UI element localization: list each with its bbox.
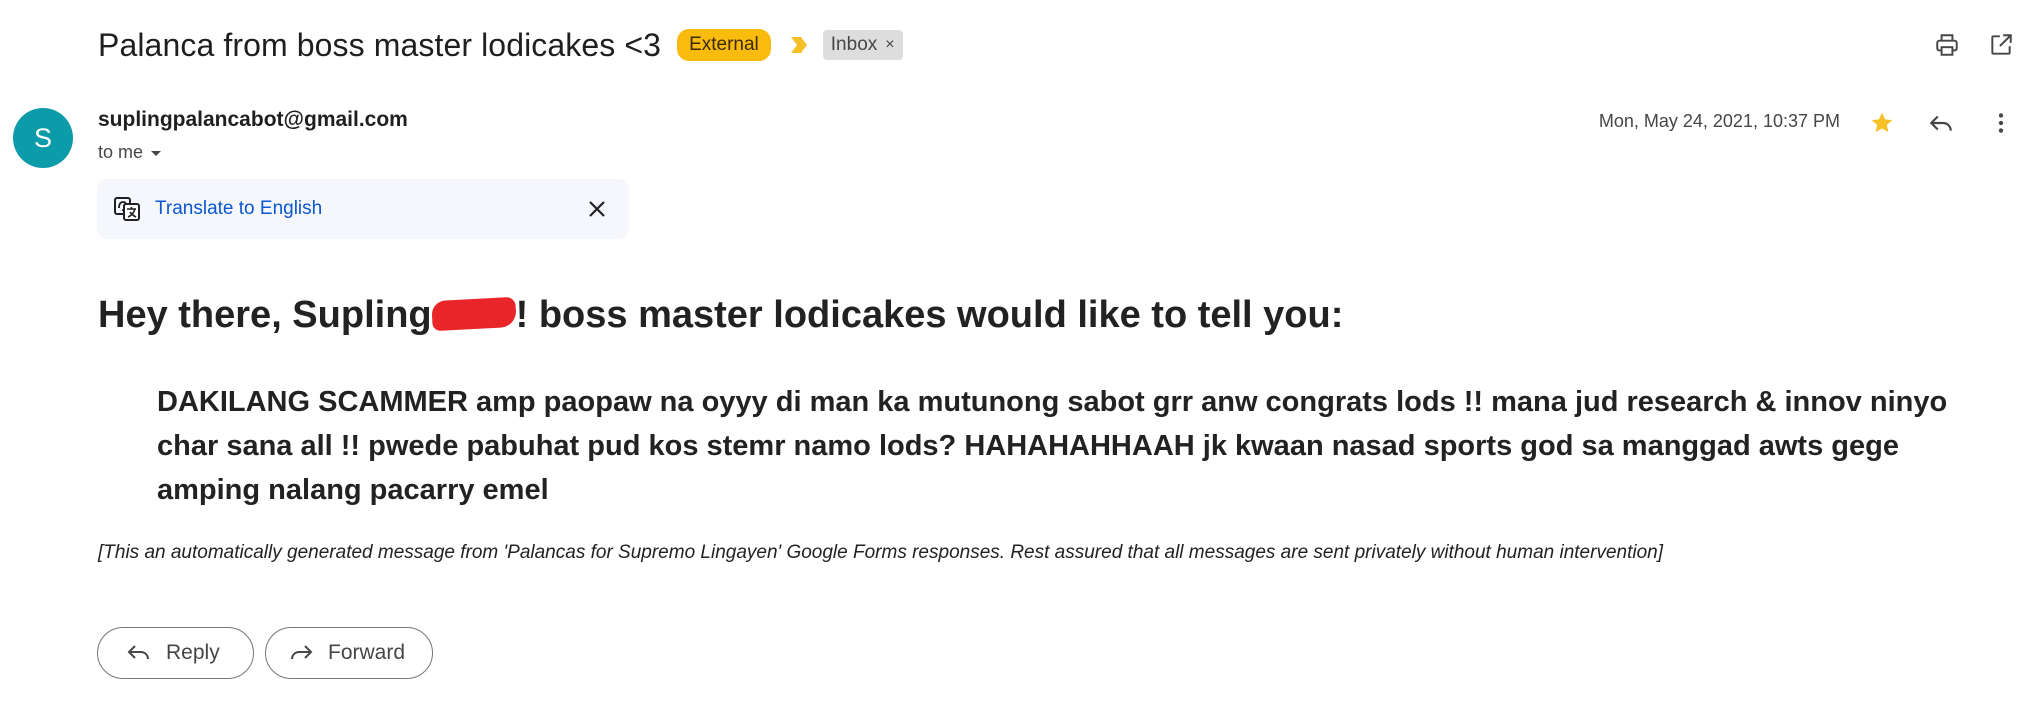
reply-arrow-icon (126, 641, 152, 665)
inbox-label[interactable]: Inbox × (822, 30, 903, 60)
message-body: DAKILANG SCAMMER amp paopaw na oyyy di m… (157, 386, 1948, 506)
reply-button[interactable]: Reply (97, 627, 254, 679)
forward-button-label: Forward (328, 641, 406, 664)
translate-bar: Translate to English (97, 179, 629, 239)
inbox-label-text: Inbox (830, 34, 878, 55)
recipient-details[interactable]: to me (98, 142, 163, 163)
reply-icon[interactable] (1926, 108, 1956, 138)
message-heading: Hey there, Supling ! boss master lodicake… (98, 294, 1343, 337)
redaction-mark (430, 296, 517, 332)
translate-icon (113, 195, 141, 223)
forward-button[interactable]: Forward (265, 627, 433, 679)
recipient-label: to me (98, 142, 144, 162)
message-date: Mon, May 24, 2021, 10:37 PM (1598, 111, 1840, 131)
star-icon[interactable] (1867, 108, 1897, 138)
chevron-down-icon (151, 150, 162, 156)
email-subject: Palanca from boss master lodicakes <3 (98, 26, 662, 63)
sender-avatar[interactable]: S (13, 108, 73, 168)
more-options-icon[interactable] (1986, 108, 2016, 138)
open-in-new-window-icon[interactable] (1986, 30, 2016, 60)
auto-generated-note: [This an automatically generated message… (98, 542, 1663, 563)
print-icon[interactable] (1932, 30, 1962, 60)
forward-arrow-icon (288, 641, 314, 665)
importance-marker-icon[interactable] (789, 34, 809, 56)
heading-rest: ! boss master lodicakes would like to te… (515, 294, 1344, 336)
sender-email[interactable]: suplingpalancabot@gmail.com (98, 108, 408, 132)
translate-link[interactable]: Translate to English (155, 198, 322, 220)
remove-label-icon[interactable]: × (885, 33, 894, 57)
external-label[interactable]: External (677, 29, 771, 61)
heading-greeting: Hey there, Supling (98, 294, 432, 336)
subject-row: Palanca from boss master lodicakes <3 Ex… (98, 22, 903, 68)
reply-button-label: Reply (166, 641, 220, 664)
close-icon[interactable] (585, 197, 609, 221)
